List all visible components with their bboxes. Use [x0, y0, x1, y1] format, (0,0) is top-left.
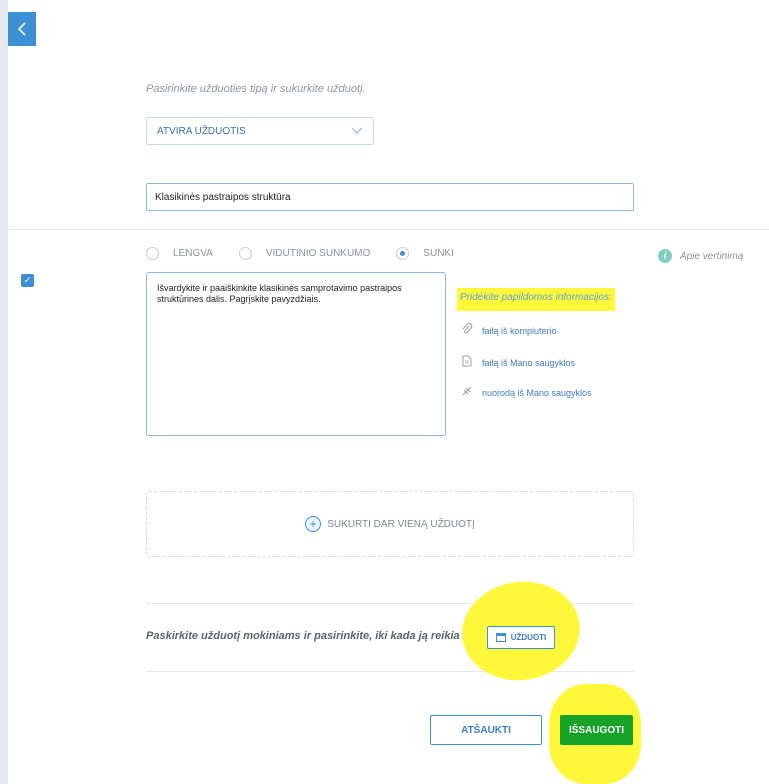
assign-button[interactable]: UŽDUOTI [487, 626, 555, 649]
cancel-button-label: ATŠAUKTI [461, 724, 511, 736]
radio-medium[interactable] [238, 247, 252, 260]
assign-instruction: Paskirkite užduotį mokiniams ir pasirink… [146, 630, 495, 642]
info-icon: i [658, 249, 672, 263]
task-type-value: ATVIRA UŽDUOTIS [157, 125, 246, 137]
attach-from-storage[interactable]: failą iš Mano saugyklos [460, 355, 575, 370]
attach-link-from-storage[interactable]: nuorodą iš Mano saugyklos [460, 385, 592, 400]
difficulty-option-easy[interactable]: LENGVA [146, 247, 213, 260]
radio-easy[interactable] [146, 247, 159, 260]
attach-from-computer[interactable]: failą iš kompiuterio [460, 323, 557, 338]
assign-divider-bottom [146, 671, 634, 672]
attachments-title: Pridėkite papildomos informacijos: [457, 288, 615, 311]
assign-button-label: UŽDUOTI [510, 633, 547, 642]
task-body-text: Išvardykite ir paaiškinkite klasikinės s… [157, 283, 402, 304]
chevron-left-icon [17, 22, 26, 36]
difficulty-label-easy: LENGVA [173, 248, 213, 259]
document-icon [460, 355, 474, 370]
attach-from-computer-label: failą iš kompiuterio [482, 325, 557, 336]
attach-link-label: nuorodą iš Mano saugyklos [482, 387, 592, 398]
cancel-button[interactable]: ATŠAUKTI [430, 715, 542, 745]
task-title-value: Klasikinės pastraipos struktūra [155, 191, 291, 203]
difficulty-option-medium[interactable]: VIDUTINIO SUNKUMO [238, 247, 371, 260]
link-icon [460, 385, 474, 400]
task-type-select[interactable]: ATVIRA UŽDUOTIS [146, 117, 374, 145]
attach-from-storage-label: failą iš Mano saugyklos [482, 357, 576, 368]
section-divider [8, 229, 769, 230]
grading-info-link[interactable]: i Apie vertinimą [658, 249, 743, 263]
difficulty-option-hard[interactable]: SUNKI [396, 247, 454, 260]
calendar-icon [495, 633, 506, 642]
checkmark-icon: ✓ [23, 275, 32, 285]
radio-hard[interactable] [396, 247, 410, 260]
task-checkbox[interactable]: ✓ [21, 274, 34, 287]
plus-icon: + [305, 516, 322, 532]
back-button[interactable] [8, 12, 36, 46]
grading-info-label: Apie vertinimą [680, 250, 744, 262]
paperclip-icon [460, 323, 474, 338]
chevron-down-icon [351, 127, 363, 134]
intro-text: Pasirinkite užduoties tipą ir sukurkite … [146, 83, 366, 95]
difficulty-label-medium: VIDUTINIO SUNKUMO [265, 248, 371, 259]
create-another-label: SUKURTI DAR VIENĄ UŽDUOTĮ [327, 518, 475, 530]
save-button-label: IŠSAUGOTI [568, 724, 624, 736]
task-title-input[interactable]: Klasikinės pastraipos struktūra [146, 183, 634, 211]
difficulty-options: LENGVA VIDUTINIO SUNKUMO SUNKI [146, 247, 480, 260]
difficulty-label-hard: SUNKI [423, 248, 454, 259]
task-body-textarea[interactable]: Išvardykite ir paaiškinkite klasikinės s… [146, 272, 446, 436]
save-button[interactable]: IŠSAUGOTI [560, 715, 633, 745]
create-another-task-button[interactable]: + SUKURTI DAR VIENĄ UŽDUOTĮ [146, 491, 634, 557]
